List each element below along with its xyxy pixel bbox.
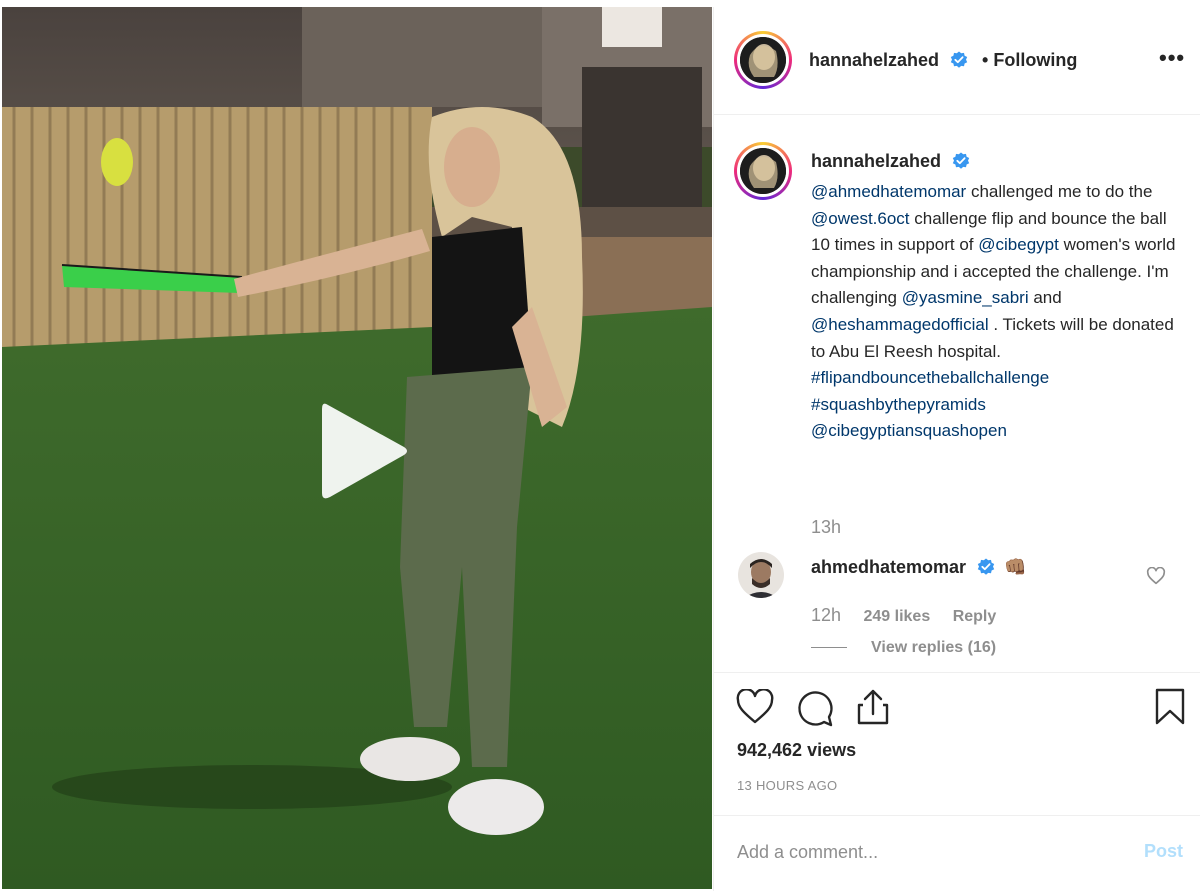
comment-icon[interactable]	[796, 689, 834, 727]
video-player[interactable]	[2, 7, 712, 889]
reply-button[interactable]: Reply	[953, 608, 997, 625]
verified-badge-icon	[977, 558, 995, 575]
mention-link[interactable]: @yasmine_sabri	[902, 288, 1029, 307]
verified-badge-icon	[950, 51, 968, 68]
hashtag-link[interactable]: #flipandbouncetheballchallenge	[811, 368, 1049, 387]
avatar-photo	[740, 148, 786, 194]
caption-text: @ahmedhatemomar challenged me to do the …	[811, 179, 1181, 445]
commenter-username[interactable]: ahmedhatemomar 👊🏽	[811, 557, 1027, 578]
following-button[interactable]: Following	[993, 50, 1077, 70]
more-options-button[interactable]: •••	[1159, 45, 1185, 71]
view-replies-button[interactable]: View replies (16)	[811, 639, 996, 657]
caption-author-avatar[interactable]	[734, 142, 792, 200]
separator-dot: •	[982, 50, 989, 70]
comment-like-heart-icon[interactable]	[1146, 567, 1166, 585]
view-replies-label: View replies (16)	[871, 639, 997, 656]
mention-link[interactable]: @cibegyptiansquashopen	[811, 421, 1007, 440]
mention-link[interactable]: @ahmedhatemomar	[811, 182, 966, 201]
comment-likes-count[interactable]: 249 likes	[864, 608, 931, 625]
caption-username[interactable]: hannahelzahed	[811, 151, 970, 172]
comment-box-divider	[714, 815, 1200, 816]
fist-emoji: 👊🏽	[1004, 557, 1027, 577]
verified-badge-icon	[952, 152, 970, 169]
mention-link[interactable]: @cibegypt	[978, 235, 1059, 254]
comment-meta: 12h 249 likes Reply	[811, 605, 1014, 626]
bookmark-icon[interactable]	[1154, 688, 1186, 726]
header-divider	[714, 114, 1200, 115]
post-time-ago: 13 HOURS AGO	[737, 778, 838, 793]
post-comment-button[interactable]: Post	[1144, 841, 1183, 862]
replies-dash	[811, 647, 847, 649]
comment-timestamp: 12h	[811, 605, 842, 625]
commenter-avatar[interactable]	[738, 552, 784, 598]
mention-link[interactable]: @heshammagedofficial	[811, 315, 989, 334]
add-comment-input[interactable]	[737, 839, 1117, 865]
caption-text-run: and	[1028, 288, 1062, 308]
mention-link[interactable]: @owest.6oct	[811, 209, 910, 228]
author-avatar[interactable]	[734, 31, 792, 89]
post-panel: hannahelzahed • Following ••• hannahelza…	[713, 7, 1200, 891]
author-username[interactable]: hannahelzahed	[809, 50, 968, 71]
avatar-photo	[738, 552, 784, 598]
caption-timestamp: 13h	[811, 517, 842, 537]
play-icon[interactable]	[318, 399, 410, 503]
hashtag-link[interactable]: #squashbythepyramids	[811, 395, 986, 414]
views-count[interactable]: 942,462 views	[737, 740, 856, 761]
share-icon[interactable]	[856, 688, 890, 726]
avatar-photo	[740, 37, 786, 83]
follow-status[interactable]: • Following	[982, 50, 1077, 71]
heart-icon[interactable]	[736, 689, 774, 725]
actions-divider	[714, 672, 1200, 673]
caption-text-run: challenged me to do the	[966, 182, 1153, 201]
